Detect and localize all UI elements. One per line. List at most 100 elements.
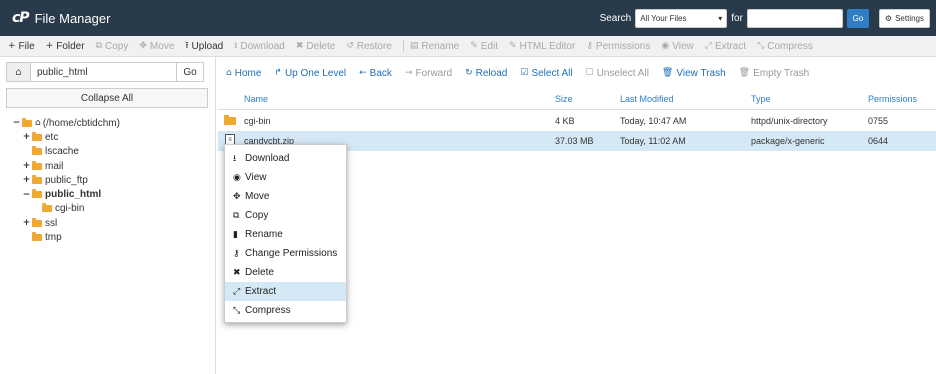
nav-reload-button[interactable]: ↻ Reload bbox=[465, 68, 507, 79]
folder-icon bbox=[32, 146, 42, 156]
nav-up-one-level-button[interactable]: ↱ Up One Level bbox=[274, 68, 346, 79]
tree-item-lscache[interactable]: lscache bbox=[12, 145, 120, 159]
toolbar-upload-button[interactable]: ⭱ Upload bbox=[185, 38, 223, 54]
toolbar-restore-button[interactable]: ↺ Restore bbox=[346, 41, 392, 52]
app-logo[interactable]: cP File Manager bbox=[12, 10, 110, 26]
context-menu-item-move[interactable]: ✥ Move bbox=[225, 187, 346, 206]
toolbar-button-label: Upload bbox=[191, 40, 224, 52]
path-bar: ⌂ public_html Go bbox=[6, 62, 204, 82]
tree-item-home-cbtidchm[interactable]: − ⌂ (/home/cbtidchm) bbox=[12, 116, 120, 130]
expand-icon[interactable]: + bbox=[22, 161, 31, 171]
download-icon: ⭳ bbox=[233, 153, 237, 164]
toolbar-button-label: Delete bbox=[306, 40, 336, 52]
toolbar-move-button[interactable]: ✥ Move bbox=[139, 41, 174, 52]
navigation-bar: ⌂ Home ↱ Up One Level ← Back → Forward ↻ Reload ☑ S… bbox=[218, 64, 822, 82]
toolbar-button-label: Download bbox=[240, 40, 285, 52]
home-icon[interactable]: ⌂ bbox=[6, 62, 31, 82]
file-modified: Today, 11:02 AM bbox=[620, 136, 686, 146]
toolbar-delete-button[interactable]: ✖ Delete bbox=[296, 41, 335, 52]
main-toolbar: + File + Folder ⧉ Copy ✥ Move ⭱ Upload ⭳ Download ✖ D… bbox=[0, 36, 936, 57]
delete-icon: ✖ bbox=[233, 267, 241, 278]
cpanel-logo-icon: cP bbox=[12, 10, 30, 26]
toolbar-rename-button[interactable]: ▤ Rename bbox=[410, 41, 459, 52]
collapse-icon[interactable]: − bbox=[12, 118, 21, 128]
expand-icon[interactable]: + bbox=[22, 132, 31, 142]
context-menu-item-change-permissions[interactable]: ⚷ Change Permissions bbox=[225, 244, 346, 263]
context-menu-item-rename[interactable]: ▮ Rename bbox=[225, 225, 346, 244]
file-permissions: 0755 bbox=[868, 116, 889, 126]
folder-icon bbox=[22, 117, 32, 127]
nav-forward-button[interactable]: → Forward bbox=[405, 68, 452, 79]
toolbar-edit-button[interactable]: ✎ Edit bbox=[470, 41, 498, 52]
nav-button-label: Reload bbox=[475, 67, 508, 79]
folder-icon bbox=[32, 217, 42, 227]
search-scope-select[interactable]: All Your Files ▾ bbox=[635, 9, 728, 28]
toolbar-file-button[interactable]: + File bbox=[8, 41, 35, 52]
app-title: File Manager bbox=[34, 10, 111, 26]
tree-item-public-ftp[interactable]: + public_ftp bbox=[12, 173, 120, 187]
extract-icon: ⤢ bbox=[233, 286, 241, 297]
permissions-icon: ⚷ bbox=[586, 41, 593, 51]
header-divider bbox=[218, 109, 936, 110]
nav-button-label: Up One Level bbox=[284, 67, 347, 79]
unselect-all-icon: ☐ bbox=[585, 68, 594, 78]
column-header-name[interactable]: Name bbox=[244, 94, 268, 104]
search-go-button[interactable]: Go bbox=[846, 9, 869, 28]
search-input[interactable] bbox=[746, 9, 843, 28]
tree-item-etc[interactable]: + etc bbox=[12, 130, 120, 144]
column-header-size[interactable]: Size bbox=[555, 94, 573, 104]
column-header-type[interactable]: Type bbox=[751, 94, 771, 104]
toolbar-view-button[interactable]: ◉ View bbox=[661, 41, 693, 52]
tree-item-label: cgi-bin bbox=[55, 203, 85, 215]
tree-item-cgi-bin[interactable]: cgi-bin bbox=[12, 202, 120, 216]
context-menu-item-view[interactable]: ◉ View bbox=[225, 168, 346, 187]
path-input[interactable]: public_html bbox=[31, 62, 177, 82]
toolbar-permissions-button[interactable]: ⚷ Permissions bbox=[586, 41, 650, 52]
context-menu-item-compress[interactable]: ⤡ Compress bbox=[225, 301, 346, 320]
path-go-button[interactable]: Go bbox=[177, 62, 204, 82]
tree-item-label: lscache bbox=[45, 146, 79, 158]
toolbar-html-editor-button[interactable]: ✎ HTML Editor bbox=[509, 41, 575, 52]
nav-home-button[interactable]: ⌂ Home bbox=[226, 68, 261, 79]
delete-icon: ✖ bbox=[295, 41, 304, 51]
expand-icon[interactable]: + bbox=[22, 175, 31, 185]
directory-panel: ⌂ public_html Go Collapse All − ⌂ (/home/c… bbox=[0, 57, 216, 374]
move-icon: ✥ bbox=[139, 41, 147, 51]
context-menu-item-delete[interactable]: ✖ Delete bbox=[225, 263, 346, 282]
tree-item-ssl[interactable]: + ssl bbox=[12, 216, 120, 230]
directory-tree: − ⌂ (/home/cbtidchm) + etc lscache + mail + publi… bbox=[12, 116, 120, 245]
move-icon: ✥ bbox=[233, 191, 241, 202]
nav-view-trash-button[interactable]: 🗑 View Trash bbox=[662, 68, 726, 79]
context-menu-item-copy[interactable]: ⧉ Copy bbox=[225, 206, 346, 225]
expand-icon[interactable]: + bbox=[22, 218, 31, 228]
toolbar-extract-button[interactable]: ⤢ Extract bbox=[705, 41, 746, 52]
table-row[interactable]: cgi-bin 4 KB Today, 10:47 AM httpd/unix-… bbox=[218, 111, 936, 131]
nav-select-all-button[interactable]: ☑ Select All bbox=[520, 68, 572, 79]
tree-item-label: public_html bbox=[45, 189, 102, 201]
view-icon: ◉ bbox=[661, 41, 670, 51]
tree-item-public-html[interactable]: − public_html bbox=[12, 187, 120, 201]
nav-empty-trash-button[interactable]: 🗑 Empty Trash bbox=[739, 68, 810, 79]
column-header-permissions[interactable]: Permissions bbox=[868, 94, 917, 104]
toolbar-copy-button[interactable]: ⧉ Copy bbox=[96, 41, 129, 52]
app-header: cP File Manager Search All Your Files ▾ … bbox=[0, 0, 936, 36]
context-menu-item-download[interactable]: ⭳ Download bbox=[225, 149, 346, 168]
collapse-icon[interactable]: − bbox=[22, 190, 31, 200]
nav-unselect-all-button[interactable]: ☐ Unselect All bbox=[586, 68, 649, 79]
tree-item-tmp[interactable]: tmp bbox=[12, 230, 120, 244]
column-header-modified[interactable]: Last Modified bbox=[620, 94, 674, 104]
nav-back-button[interactable]: ← Back bbox=[359, 68, 392, 79]
nav-button-label: Forward bbox=[415, 67, 453, 79]
toolbar-download-button[interactable]: ⭳ Download bbox=[234, 38, 285, 54]
context-menu-label: Move bbox=[245, 191, 270, 202]
extract-icon: ⤢ bbox=[704, 41, 712, 51]
toolbar-compress-button[interactable]: ⤡ Compress bbox=[757, 41, 813, 52]
toolbar-folder-button[interactable]: + Folder bbox=[46, 41, 85, 52]
file-type: httpd/unix-directory bbox=[751, 116, 828, 126]
settings-button[interactable]: ⚙ Settings bbox=[878, 9, 930, 28]
context-menu-item-extract[interactable]: ⤢ Extract bbox=[225, 282, 346, 301]
context-menu-label: Download bbox=[245, 153, 290, 164]
collapse-all-button[interactable]: Collapse All bbox=[6, 88, 208, 108]
tree-item-mail[interactable]: + mail bbox=[12, 159, 120, 173]
rename-icon: ▤ bbox=[409, 41, 419, 51]
